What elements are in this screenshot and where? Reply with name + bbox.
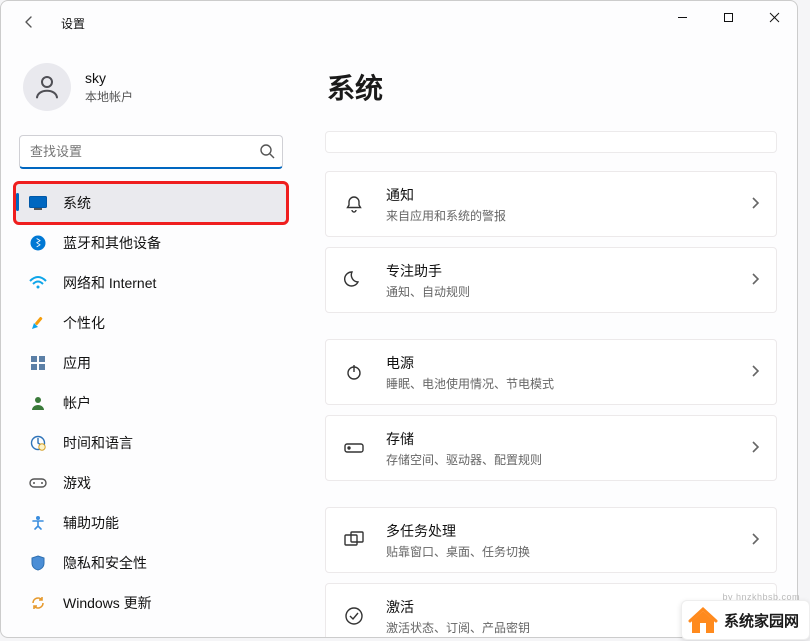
page-title: 系统 [327, 67, 777, 107]
storage-icon [342, 436, 366, 460]
nav-label: 时间和语言 [63, 433, 133, 453]
chevron-right-icon [750, 440, 760, 457]
nav-label: 网络和 Internet [63, 273, 156, 293]
nav-label: Windows 更新 [63, 593, 152, 613]
card-title: 激活 [386, 597, 730, 617]
card-focus-assist[interactable]: 专注助手 通知、自动规则 [325, 247, 777, 313]
app-title: 设置 [61, 15, 85, 32]
card-title: 电源 [386, 353, 730, 373]
back-button[interactable] [21, 14, 37, 33]
nav-label: 帐户 [63, 393, 91, 413]
nav-item-accounts[interactable]: 帐户 [15, 383, 287, 423]
titlebar-controls [659, 1, 797, 33]
accessibility-icon [29, 514, 47, 532]
card-storage[interactable]: 存储 存储空间、驱动器、配置规则 [325, 415, 777, 481]
card-subtitle: 贴靠窗口、桌面、任务切换 [386, 543, 730, 560]
nav-item-apps[interactable]: 应用 [15, 343, 287, 383]
nav-item-privacy[interactable]: 隐私和安全性 [15, 543, 287, 583]
nav-item-windows-update[interactable]: Windows 更新 [15, 583, 287, 623]
bell-icon [342, 192, 366, 216]
nav-list: 系统 蓝牙和其他设备 网络和 Internet [15, 183, 287, 623]
nav-item-time-language[interactable]: 时间和语言 [15, 423, 287, 463]
nav-item-personalization[interactable]: 个性化 [15, 303, 287, 343]
search-wrap [19, 135, 283, 169]
nav-item-bluetooth[interactable]: 蓝牙和其他设备 [15, 223, 287, 263]
card-notifications[interactable]: 通知 来自应用和系统的警报 [325, 171, 777, 237]
partial-card-top[interactable] [325, 131, 777, 153]
maximize-button[interactable] [705, 1, 751, 33]
power-icon [342, 360, 366, 384]
nav-label: 辅助功能 [63, 513, 119, 533]
chevron-right-icon [750, 532, 760, 549]
main-pane: 系统 通知 来自应用和系统的警报 [301, 39, 797, 637]
display-icon [29, 194, 47, 212]
card-subtitle: 激活状态、订阅、产品密钥 [386, 619, 730, 636]
card-power[interactable]: 电源 睡眠、电池使用情况、节电模式 [325, 339, 777, 405]
chevron-right-icon [750, 272, 760, 289]
nav-label: 蓝牙和其他设备 [63, 233, 161, 253]
card-title: 通知 [386, 185, 730, 205]
check-circle-icon [342, 604, 366, 628]
nav-label: 隐私和安全性 [63, 553, 147, 573]
search-input[interactable] [19, 135, 283, 169]
nav-label: 应用 [63, 353, 91, 373]
card-subtitle: 睡眠、电池使用情况、节电模式 [386, 375, 730, 392]
card-multitasking[interactable]: 多任务处理 贴靠窗口、桌面、任务切换 [325, 507, 777, 573]
settings-window: 设置 sky 本地帐户 [0, 0, 798, 638]
brand-badge: 系统家园网 [681, 600, 810, 640]
gamepad-icon [29, 474, 47, 492]
moon-icon [342, 268, 366, 292]
apps-icon [29, 354, 47, 372]
clock-globe-icon [29, 434, 47, 452]
brand-logo-icon [686, 603, 720, 637]
bluetooth-icon [29, 234, 47, 252]
nav-label: 个性化 [63, 313, 105, 333]
close-button[interactable] [751, 1, 797, 33]
shield-icon [29, 554, 47, 572]
paintbrush-icon [29, 314, 47, 332]
account-block[interactable]: sky 本地帐户 [15, 61, 287, 127]
account-name: sky [85, 70, 133, 86]
card-title: 多任务处理 [386, 521, 730, 541]
nav-label: 游戏 [63, 473, 91, 493]
chevron-right-icon [750, 364, 760, 381]
card-subtitle: 存储空间、驱动器、配置规则 [386, 451, 730, 468]
sidebar: sky 本地帐户 系统 [1, 39, 301, 637]
card-title: 存储 [386, 429, 730, 449]
wifi-icon [29, 274, 47, 292]
nav-item-system[interactable]: 系统 [15, 183, 287, 223]
card-subtitle: 通知、自动规则 [386, 283, 730, 300]
chevron-right-icon [750, 196, 760, 213]
minimize-button[interactable] [659, 1, 705, 33]
card-subtitle: 来自应用和系统的警报 [386, 207, 730, 224]
nav-item-gaming[interactable]: 游戏 [15, 463, 287, 503]
nav-item-network[interactable]: 网络和 Internet [15, 263, 287, 303]
nav-label: 系统 [63, 193, 91, 213]
brand-text: 系统家园网 [724, 610, 799, 631]
person-icon [29, 394, 47, 412]
account-type: 本地帐户 [85, 88, 133, 105]
nav-item-accessibility[interactable]: 辅助功能 [15, 503, 287, 543]
card-title: 专注助手 [386, 261, 730, 281]
multitask-icon [342, 528, 366, 552]
update-icon [29, 594, 47, 612]
search-icon [259, 143, 275, 162]
avatar [23, 63, 71, 111]
